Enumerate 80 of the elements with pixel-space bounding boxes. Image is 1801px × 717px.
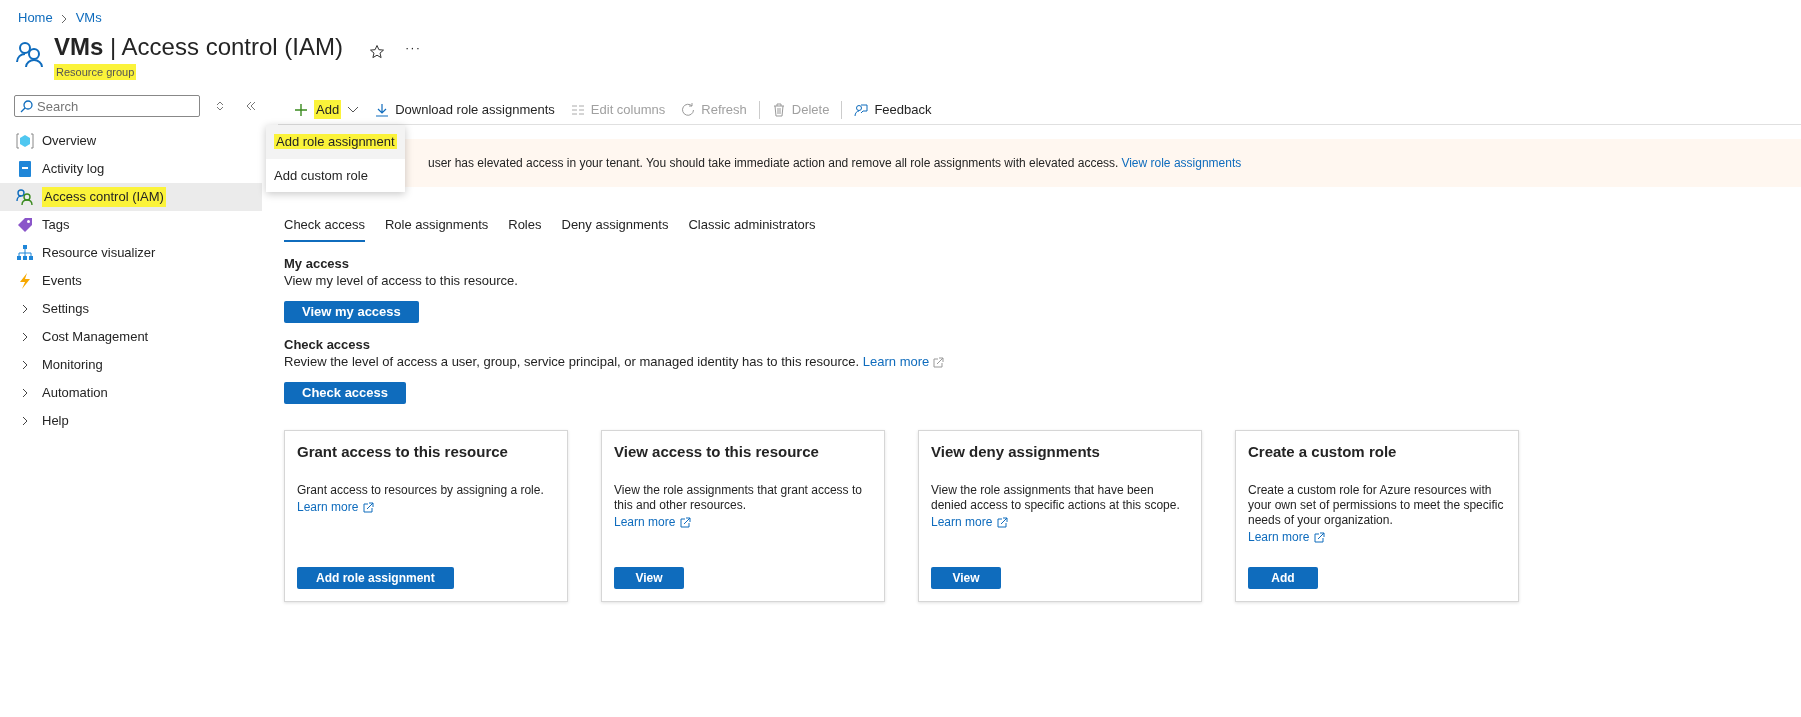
- resource-type-label: Resource group: [54, 63, 137, 80]
- banner-message: user has elevated access in your tenant. You should take immediate action and remove all role assignments with elevated access.: [428, 155, 1119, 172]
- sidebar-item[interactable]: Help: [0, 407, 262, 435]
- chevron-right-icon: [22, 360, 28, 370]
- page-title: VMs | Access control (IAM): [54, 31, 343, 62]
- primary-button[interactable]: Check access: [284, 381, 406, 404]
- refresh-icon: [681, 102, 696, 117]
- add-button[interactable]: Add: [286, 95, 368, 124]
- sidebar-item[interactable]: Overview: [0, 127, 262, 155]
- card-action-button[interactable]: View: [614, 566, 684, 589]
- sidebar-item[interactable]: Settings: [0, 295, 262, 323]
- menu-item[interactable]: Add custom role: [266, 158, 405, 192]
- external-link-icon: [1313, 531, 1326, 544]
- tab[interactable]: Classic administrators: [688, 211, 816, 242]
- card-title: View deny assignments: [931, 442, 1101, 461]
- people-icon: [16, 188, 34, 206]
- learn-more-link[interactable]: Learn more: [614, 512, 692, 531]
- download-icon: [375, 102, 390, 117]
- section-heading: Check access: [284, 336, 371, 353]
- search-field[interactable]: Search: [14, 95, 200, 117]
- chevron-right-icon: [22, 332, 28, 342]
- plus-icon: [294, 102, 308, 117]
- menu-item[interactable]: Add role assignment: [266, 125, 405, 159]
- chevron-right-icon: [60, 13, 68, 24]
- external-link-icon: [679, 516, 692, 529]
- card-action-button[interactable]: Add role assignment: [297, 566, 454, 589]
- collapse-icon[interactable]: [246, 101, 256, 111]
- learn-more-link[interactable]: Learn more: [931, 512, 1009, 531]
- more-options-button[interactable]: ···: [405, 37, 421, 57]
- people-icon: [16, 39, 44, 68]
- card-action-button[interactable]: View: [931, 566, 1001, 589]
- sidebar-item[interactable]: Monitoring: [0, 351, 262, 379]
- chevron-right-icon: [22, 416, 28, 426]
- feedback-icon: [854, 102, 869, 117]
- breadcrumb-link[interactable]: Home: [18, 10, 53, 25]
- learn-more-link[interactable]: Learn more: [862, 354, 945, 370]
- chevron-down-icon: [347, 106, 360, 113]
- book-icon: [16, 160, 34, 178]
- external-link-icon: [996, 516, 1009, 529]
- columns-icon: [570, 102, 585, 117]
- card-title: View access to this resource: [614, 442, 820, 461]
- card-description: Grant access to resources by assigning a role.: [297, 482, 545, 498]
- card-title: Create a custom role: [1248, 442, 1398, 461]
- breadcrumb-link[interactable]: VMs: [75, 10, 102, 25]
- card-title: Grant access to this resource: [297, 442, 509, 461]
- sidebar-item[interactable]: Activity log: [0, 155, 262, 183]
- tab[interactable]: Role assignments: [384, 211, 489, 242]
- section-description: View my level of access to this resource.: [284, 272, 519, 291]
- section-heading: My access: [284, 255, 351, 272]
- hierarchy-icon: [16, 244, 34, 262]
- card-action-button[interactable]: Add: [1248, 566, 1318, 589]
- card-description: View the role assignments that grant access to this and other resources.: [614, 482, 863, 513]
- chevron-right-icon: [22, 388, 28, 398]
- tab[interactable]: Roles: [508, 211, 542, 242]
- sidebar-item[interactable]: Automation: [0, 379, 262, 407]
- section-description: Review the level of access a user, group, service principal, or managed identity has to this resource. Learn more: [284, 352, 1801, 372]
- external-link-icon: [362, 501, 375, 514]
- tag-icon: [16, 216, 34, 234]
- sidebar-item[interactable]: Resource visualizer: [0, 239, 262, 267]
- tab[interactable]: Check access: [284, 211, 365, 242]
- card-description: View the role assignments that have been denied access to specific actions at this scope.: [931, 482, 1181, 513]
- banner-link[interactable]: View role assignments: [1121, 154, 1242, 172]
- star-icon[interactable]: [369, 43, 385, 60]
- learn-more-link[interactable]: Learn more: [297, 497, 375, 516]
- sidebar-item[interactable]: Tags: [0, 211, 262, 239]
- card-description: Create a custom role for Azure resources with your own set of permissions to meet the specific needs of your organization.: [1248, 482, 1505, 528]
- tab[interactable]: Deny assignments: [561, 211, 669, 242]
- feedback-button[interactable]: Feedback: [846, 95, 940, 124]
- search-icon: [20, 100, 33, 113]
- external-link-icon: [932, 356, 945, 369]
- sidebar-item[interactable]: Events: [0, 267, 262, 295]
- learn-more-link[interactable]: Learn more: [1248, 527, 1326, 546]
- trash-icon: [771, 102, 786, 117]
- sidebar-item[interactable]: Cost Management: [0, 323, 262, 351]
- download-button[interactable]: Download role assignments: [367, 95, 563, 124]
- cube-icon: [16, 132, 34, 150]
- sidebar-item[interactable]: Access control (IAM): [0, 183, 262, 211]
- primary-button[interactable]: View my access: [284, 300, 419, 323]
- chevron-right-icon: [22, 304, 28, 314]
- sort-icon[interactable]: [216, 101, 224, 111]
